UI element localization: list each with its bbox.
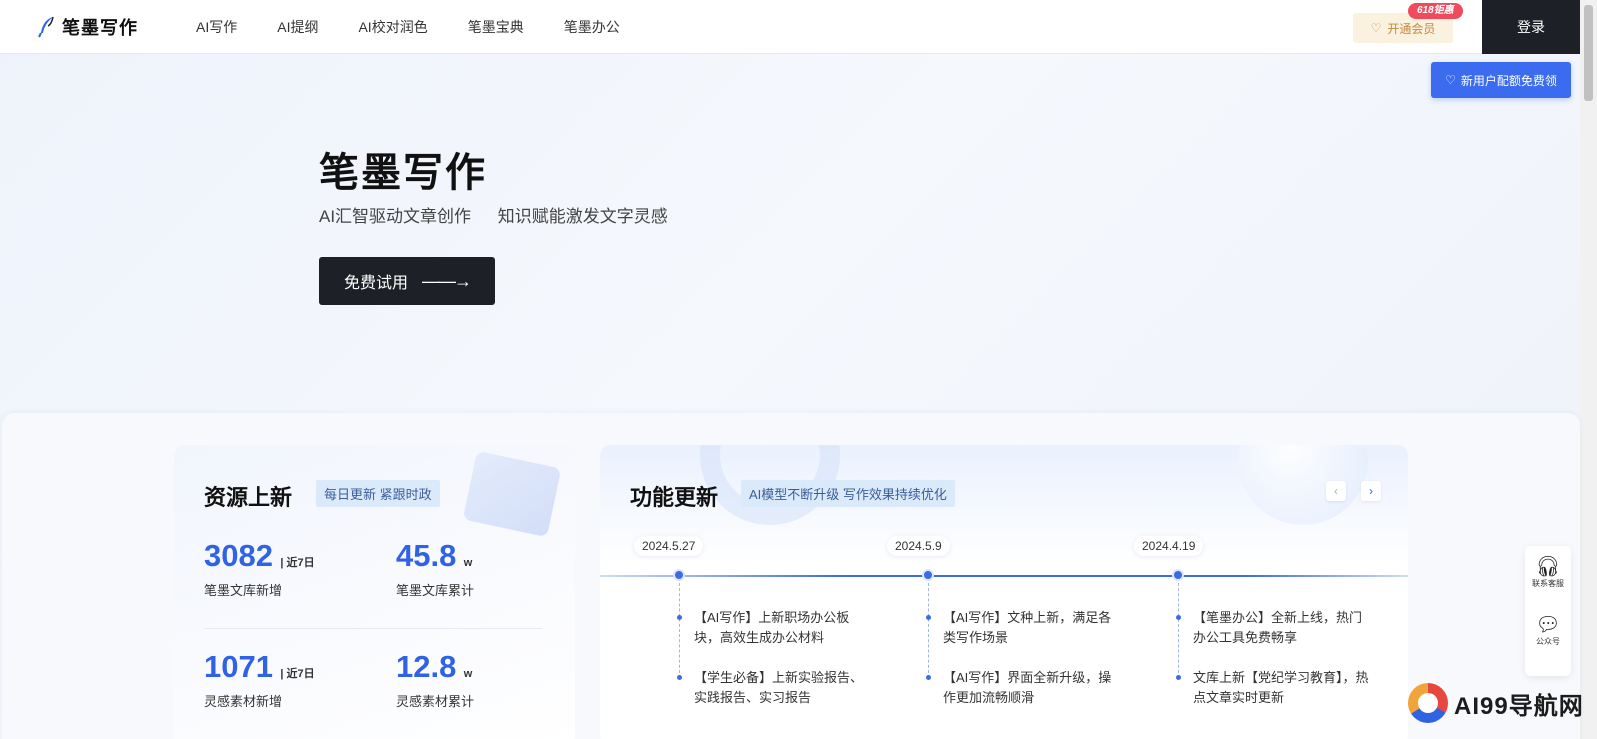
stat-label: 灵感素材新增 [204, 694, 283, 709]
stat-value: 1071 [204, 649, 273, 684]
free-trial-label: 免费试用 [343, 275, 408, 292]
nav-menu: AI写作 AI提纲 AI校对润色 笔墨宝典 笔墨办公 [176, 17, 640, 37]
timeline-connector [679, 583, 680, 678]
resources-title: 资源上新 [204, 485, 293, 510]
timeline-bullet [926, 615, 931, 620]
timeline-item: 【笔墨办公】全新上线，热门办公工具免费畅享 [1193, 610, 1363, 645]
stat-library-new: 3082 | 近7日 笔墨文库新增 [204, 538, 315, 599]
timeline-line [600, 575, 1408, 577]
nav-item-bimo-guide[interactable]: 笔墨宝典 [468, 17, 524, 37]
stat-label: 笔墨文库新增 [204, 583, 283, 598]
free-trial-button[interactable]: 免费试用 ——→ [319, 257, 495, 305]
stat-label: 笔墨文库累计 [396, 583, 475, 598]
stat-library-total: 45.8 w 笔墨文库累计 [396, 538, 474, 599]
stat-divider [204, 628, 542, 629]
next-arrow-button[interactable]: › [1361, 481, 1381, 501]
stat-unit: | 近7日 [280, 668, 315, 680]
headset-icon: 🎧︎ [1535, 556, 1561, 578]
timeline-item: 【AI写作】上新职场办公板块，高效生成办公材料 [694, 610, 850, 645]
hero-subtitle-2: 知识赋能激发文字灵感 [497, 207, 668, 226]
customer-service-button[interactable]: 🎧︎ 联系客服 [1525, 556, 1571, 589]
timeline-bullet [677, 675, 682, 680]
wechat-label: 公众号 [1536, 637, 1560, 646]
timeline-bullet [677, 615, 682, 620]
logo[interactable]: 笔墨写作 [38, 14, 138, 40]
wechat-button[interactable]: 💬︎ 公众号 [1525, 614, 1571, 647]
timeline-item: 【AI写作】文种上新，满足各类写作场景 [943, 610, 1112, 645]
nav-item-ai-proofread[interactable]: AI校对润色 [358, 17, 427, 37]
timeline-dot [673, 569, 685, 581]
timeline-item: 文库上新【党纪学习教育】，热点文章实时更新 [1193, 670, 1369, 705]
new-user-label: 新用户配额免费领 [1460, 73, 1557, 88]
arrow-right-icon: ——→ [422, 270, 472, 291]
timeline-date: 2024.5.27 [634, 536, 704, 556]
page-scrollbar[interactable] [1580, 0, 1597, 739]
timeline-bullet [1176, 675, 1181, 680]
stat-value: 3082 [204, 538, 273, 573]
diamond-heart-icon: ♡ [1445, 73, 1456, 87]
vip-label: 开通会员 [1387, 21, 1436, 36]
resources-tag: 每日更新 紧跟时政 [316, 480, 440, 507]
timeline-date: 2024.5.9 [887, 536, 950, 556]
timeline-connector [928, 583, 929, 678]
scrollbar-thumb[interactable] [1584, 5, 1593, 101]
new-user-quota-button[interactable]: ♡ 新用户配额免费领 [1431, 62, 1571, 98]
hero-title: 笔墨写作 [319, 151, 487, 195]
login-button[interactable]: 登录 [1482, 0, 1580, 54]
watermark-text: AI99导航网 [1454, 692, 1584, 720]
timeline-item: 【AI写作】界面全新升级，操作更加流畅顺滑 [943, 670, 1112, 705]
sphere-decoration [1238, 445, 1368, 525]
nav-item-bimo-office[interactable]: 笔墨办公 [564, 17, 620, 37]
folder-decoration-icon [462, 450, 562, 538]
diamond-heart-icon: ♡ [1370, 21, 1382, 35]
watermark-logo-icon [1408, 683, 1448, 723]
stat-value: 12.8 [396, 649, 457, 684]
timeline-connector [1178, 583, 1179, 678]
prev-arrow-button[interactable]: ‹ [1326, 481, 1346, 501]
features-title: 功能更新 [630, 485, 719, 510]
quill-logo-icon [38, 16, 54, 37]
watermark: AI99导航网 [1408, 683, 1584, 723]
timeline-dot [922, 569, 934, 581]
wechat-icon: 💬︎ [1535, 614, 1561, 636]
timeline-item: 【学生必备】上新实验报告、实践报告、实习报告 [694, 670, 864, 705]
timeline-date: 2024.4.19 [1134, 536, 1204, 556]
stat-inspiration-total: 12.8 w 灵感素材累计 [396, 649, 474, 710]
timeline-bullet [1176, 615, 1181, 620]
side-toolbar: 🎧︎ 联系客服 💬︎ 公众号 [1525, 546, 1571, 676]
features-tag: AI模型不断升级 写作效果持续优化 [741, 480, 955, 507]
timeline-dot [1172, 569, 1184, 581]
logo-text: 笔墨写作 [62, 17, 138, 38]
top-nav: 笔墨写作 AI写作 AI提纲 AI校对润色 笔墨宝典 笔墨办公 [0, 0, 1580, 54]
timeline-bullet [926, 675, 931, 680]
stat-label: 灵感素材累计 [396, 694, 475, 709]
promo-badge: 618钜惠 [1408, 3, 1463, 19]
nav-item-ai-outline[interactable]: AI提纲 [277, 17, 318, 37]
stat-unit: w [463, 557, 473, 569]
stat-unit: w [463, 668, 473, 680]
stat-unit: | 近7日 [280, 557, 315, 569]
hero-subtitle: AI汇智驱动文章创作 知识赋能激发文字灵感 [319, 202, 690, 227]
stat-inspiration-new: 1071 | 近7日 灵感素材新增 [204, 649, 315, 710]
stat-value: 45.8 [396, 538, 457, 573]
nav-item-ai-writing[interactable]: AI写作 [196, 17, 237, 37]
hero-subtitle-1: AI汇智驱动文章创作 [319, 207, 472, 226]
customer-service-label: 联系客服 [1532, 579, 1564, 588]
